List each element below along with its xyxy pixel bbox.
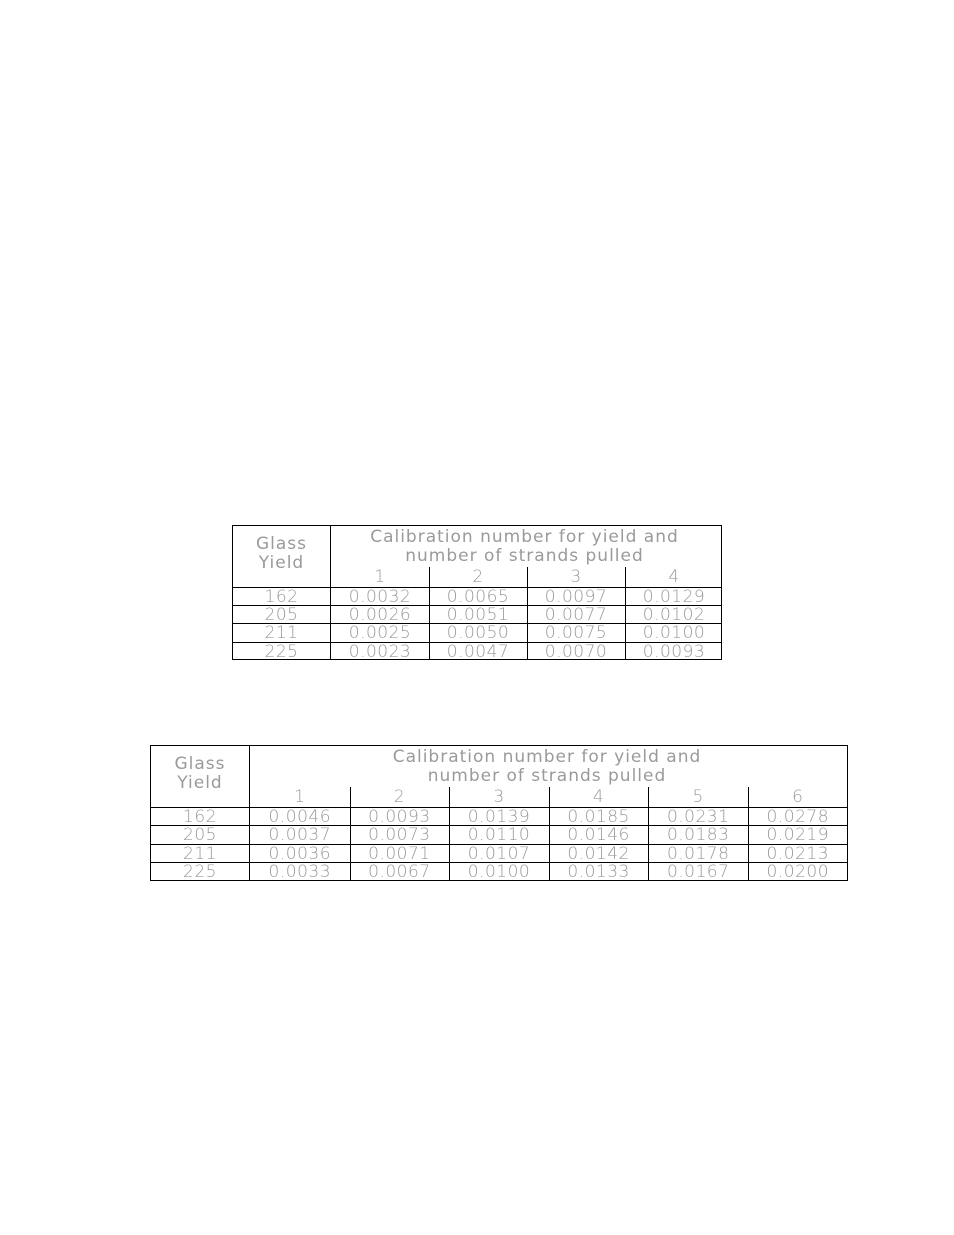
calibration-table-4-strands: Glass Yield Calibration number for yield a… (232, 525, 722, 662)
value-cell: 0.0167 (666, 862, 730, 883)
value-cell: 0.0065 (446, 587, 510, 607)
value-cell: 0.0097 (544, 587, 608, 607)
row-header-label: Yield (177, 773, 223, 793)
value-cell: 0.0023 (348, 641, 412, 662)
value-cell: 0.0093 (368, 807, 431, 827)
value-cell: 0.0178 (666, 843, 730, 864)
value-cell: 0.0219 (766, 825, 830, 846)
yield-cell: 162 (264, 587, 299, 607)
row-header-label: Glass (255, 534, 308, 554)
value-cell: 0.0036 (268, 843, 332, 864)
value-cell: 0.0100 (642, 623, 706, 644)
value-cell: 0.0107 (467, 843, 531, 864)
group-header-label: number of strands pulled (405, 546, 644, 566)
yield-cell: 225 (264, 641, 299, 662)
value-cell: 0.0278 (766, 807, 830, 827)
column-header: 1 (294, 787, 306, 807)
group-header-label: Calibration number for yield and (370, 527, 679, 547)
value-cell: 0.0067 (368, 862, 431, 883)
column-header: 1 (374, 567, 386, 587)
value-cell: 0.0110 (467, 825, 531, 846)
value-cell: 0.0046 (268, 807, 332, 827)
value-cell: 0.0213 (766, 843, 830, 864)
value-cell: 0.0142 (567, 843, 630, 864)
value-cell: 0.0139 (467, 807, 531, 827)
column-header: 3 (570, 567, 582, 587)
value-cell: 0.0146 (567, 825, 630, 846)
yield-cell: 205 (183, 825, 217, 846)
value-cell: 0.0026 (348, 605, 412, 626)
value-cell: 0.0185 (567, 807, 630, 827)
column-header: 3 (493, 787, 505, 807)
group-header-label: number of strands pulled (427, 766, 667, 786)
value-cell: 0.0133 (567, 862, 630, 883)
value-cell: 0.0129 (642, 587, 706, 607)
value-cell: 0.0025 (348, 623, 412, 644)
value-cell: 0.0071 (368, 843, 431, 864)
column-header: 4 (668, 567, 680, 587)
yield-cell: 211 (264, 623, 299, 644)
group-header-label: Calibration number for yield and (392, 747, 702, 767)
value-cell: 0.0032 (348, 587, 412, 607)
value-cell: 0.0231 (666, 807, 730, 827)
column-header: 2 (472, 567, 484, 587)
column-header: 4 (592, 787, 605, 807)
calibration-table-6-strands: Glass Yield Calibration number for yield a… (150, 745, 848, 881)
value-cell: 0.0047 (446, 641, 510, 662)
value-cell: 0.0037 (268, 825, 332, 846)
yield-cell: 211 (183, 843, 217, 864)
value-cell: 0.0077 (544, 605, 608, 626)
value-cell: 0.0070 (544, 641, 608, 662)
column-header: 2 (393, 787, 406, 807)
value-cell: 0.0051 (446, 605, 510, 626)
yield-cell: 162 (183, 807, 217, 827)
yield-cell: 225 (183, 862, 217, 883)
value-cell: 0.0075 (544, 623, 608, 644)
value-cell: 0.0200 (766, 862, 830, 883)
value-cell: 0.0093 (642, 641, 706, 662)
value-cell: 0.0050 (446, 623, 510, 644)
column-header: 6 (792, 787, 804, 807)
value-cell: 0.0102 (642, 605, 706, 626)
yield-cell: 205 (264, 605, 299, 626)
value-cell: 0.0100 (467, 862, 531, 883)
value-cell: 0.0033 (268, 862, 332, 883)
value-cell: 0.0073 (368, 825, 431, 846)
row-header-label: Yield (258, 553, 305, 573)
row-header-label: Glass (174, 754, 226, 774)
value-cell: 0.0183 (666, 825, 730, 846)
column-header: 5 (692, 787, 704, 807)
